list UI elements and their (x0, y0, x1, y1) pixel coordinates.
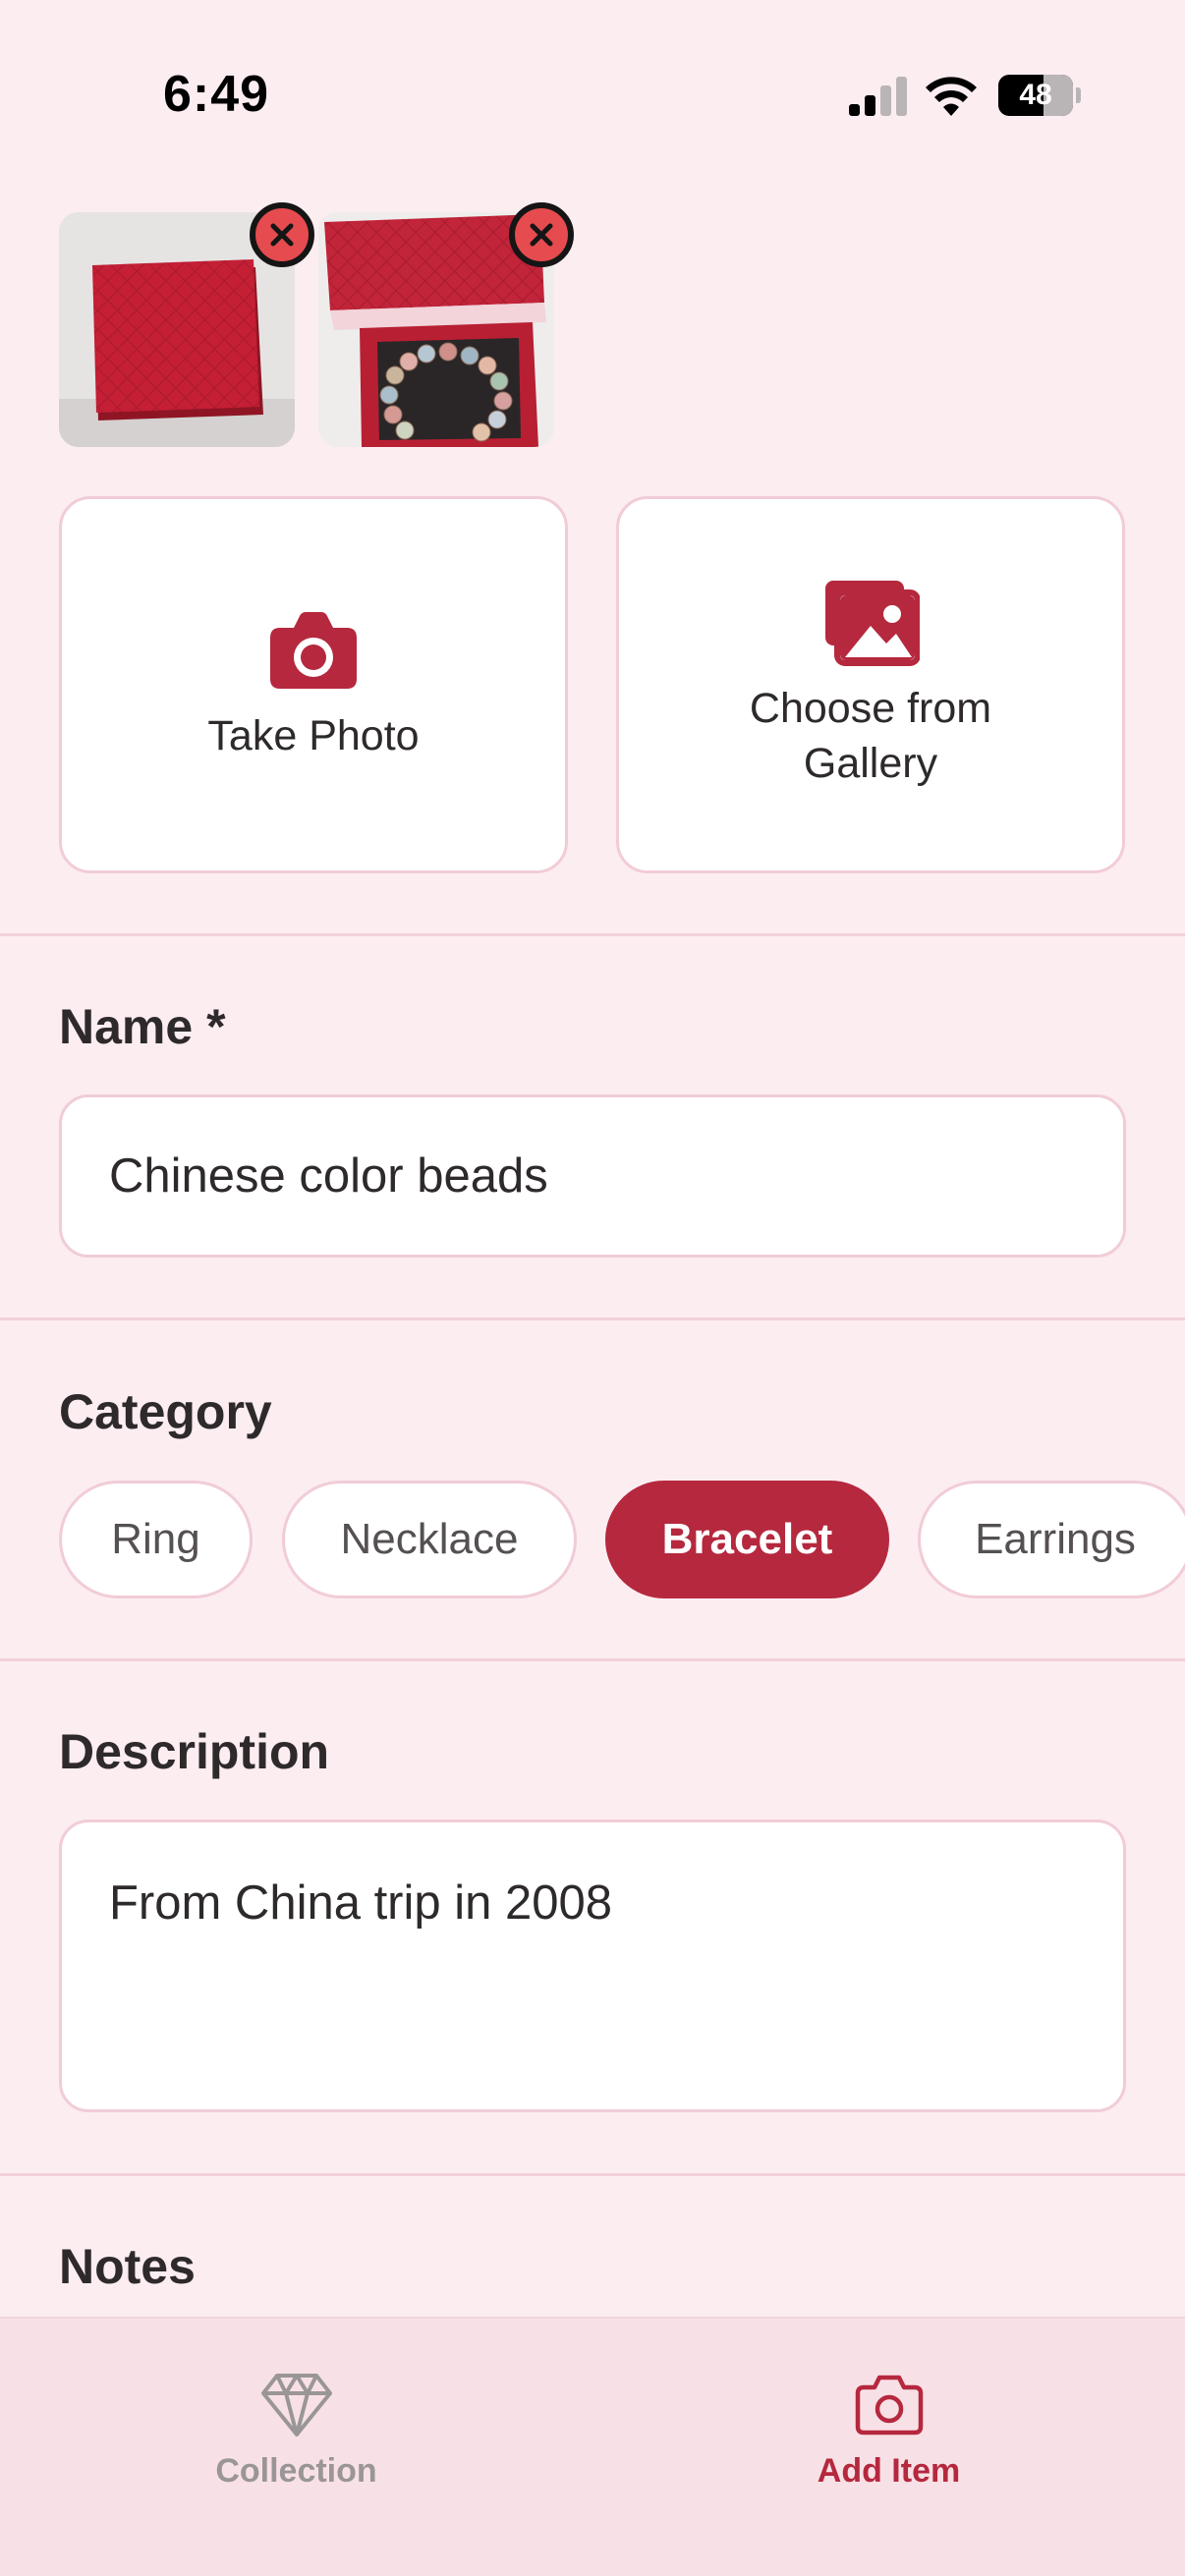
add-item-screen: 6:49 48 Take Photo Choose from Gallery N… (0, 0, 1185, 2576)
close-icon (270, 223, 294, 247)
name-input[interactable]: Chinese color beads (59, 1094, 1126, 1258)
notes-label: Notes (59, 2239, 196, 2294)
battery-level: 48 (1019, 79, 1052, 111)
diamond-icon (260, 2374, 332, 2436)
section-divider (0, 1317, 1185, 1320)
remove-photo-button[interactable] (509, 202, 574, 267)
section-divider (0, 2173, 1185, 2176)
section-divider (0, 1658, 1185, 1661)
choose-from-gallery-label: Choose from Gallery (750, 681, 991, 791)
close-icon (530, 223, 553, 247)
tab-bar: Collection Add Item (0, 2317, 1185, 2576)
category-label: Category (59, 1384, 272, 1439)
take-photo-label: Take Photo (207, 712, 420, 759)
name-label: Name * (59, 999, 226, 1054)
camera-icon (270, 612, 357, 689)
category-chip-ring[interactable]: Ring (59, 1481, 253, 1598)
remove-photo-button[interactable] (250, 202, 314, 267)
camera-icon (855, 2375, 923, 2436)
category-chip-bracelet[interactable]: Bracelet (605, 1481, 889, 1598)
description-input[interactable]: From China trip in 2008 (59, 1820, 1126, 2112)
tab-add-item-label: Add Item (817, 2452, 961, 2490)
status-bar: 6:49 48 (0, 0, 1185, 187)
wifi-icon (926, 77, 977, 116)
tab-add-item[interactable]: Add Item (592, 2319, 1185, 2515)
choose-from-gallery-button[interactable]: Choose from Gallery (616, 496, 1125, 873)
gallery-label-line-1: Choose from (749, 685, 992, 732)
category-chip-earrings[interactable]: Earrings (918, 1481, 1185, 1598)
tab-collection-label: Collection (215, 2452, 377, 2490)
tab-collection[interactable]: Collection (0, 2319, 592, 2515)
category-chip-necklace[interactable]: Necklace (282, 1481, 577, 1598)
gallery-icon (825, 581, 920, 666)
gallery-label-line-2: Gallery (803, 740, 938, 787)
section-divider (0, 933, 1185, 936)
description-label: Description (59, 1724, 330, 1779)
status-time: 6:49 (163, 66, 270, 123)
battery-icon: 48 (998, 75, 1081, 116)
take-photo-button[interactable]: Take Photo (59, 496, 568, 873)
cellular-signal-icon (849, 77, 907, 116)
